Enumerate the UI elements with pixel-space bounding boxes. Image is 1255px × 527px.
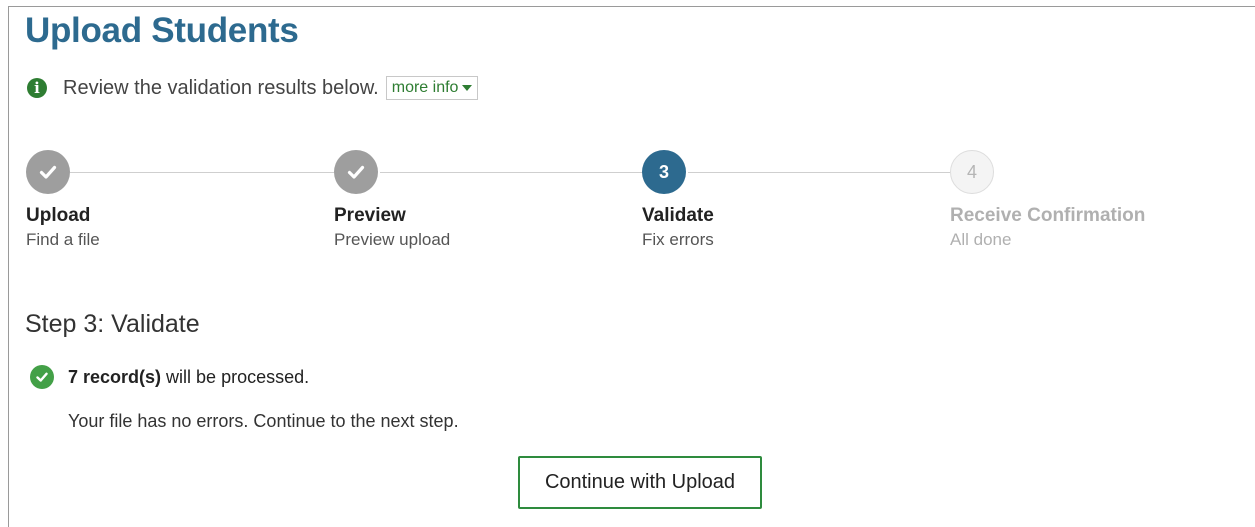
more-info-button[interactable]: more info [385, 76, 479, 100]
step-connector [688, 172, 950, 173]
step-subtitle: Fix errors [642, 230, 714, 249]
info-icon: i [27, 78, 47, 98]
section-title: Step 3: Validate [25, 310, 200, 338]
step-connector [70, 172, 334, 173]
step-title: Preview [334, 205, 406, 226]
step-subtitle: All done [950, 230, 1012, 249]
more-info-label: more info [391, 79, 459, 96]
continue-with-upload-button[interactable]: Continue with Upload [518, 456, 762, 509]
result-text: will be processed. [166, 366, 310, 387]
step-preview: Preview Preview upload [334, 150, 450, 250]
step-title: Receive Confirmation [950, 205, 1146, 226]
step-number: 3 [642, 150, 686, 194]
step-validate: 3 Validate Fix errors [642, 150, 714, 250]
step-title: Upload [26, 205, 91, 226]
step-upload: Upload Find a file [26, 150, 100, 250]
step-complete-check-icon [26, 150, 70, 194]
caret-down-icon [462, 85, 473, 91]
step-receive-confirmation: 4 Receive Confirmation All done [950, 150, 1145, 250]
step-subtitle: Preview upload [334, 230, 451, 249]
step-number: 4 [950, 150, 994, 194]
record-count: 7 record(s) [68, 366, 162, 387]
no-errors-message: Your file has no errors. Continue to the… [68, 411, 459, 431]
info-banner: i Review the validation results below. m… [27, 75, 479, 101]
page-title: Upload Students [25, 11, 299, 50]
step-title: Validate [642, 205, 714, 226]
success-check-icon [30, 365, 54, 389]
validation-result: 7 record(s) will be processed. [30, 365, 309, 389]
info-text: Review the validation results below. [63, 76, 379, 99]
progress-stepper: Upload Find a file Preview Preview uploa… [0, 150, 1255, 260]
step-subtitle: Find a file [26, 230, 100, 249]
step-complete-check-icon [334, 150, 378, 194]
